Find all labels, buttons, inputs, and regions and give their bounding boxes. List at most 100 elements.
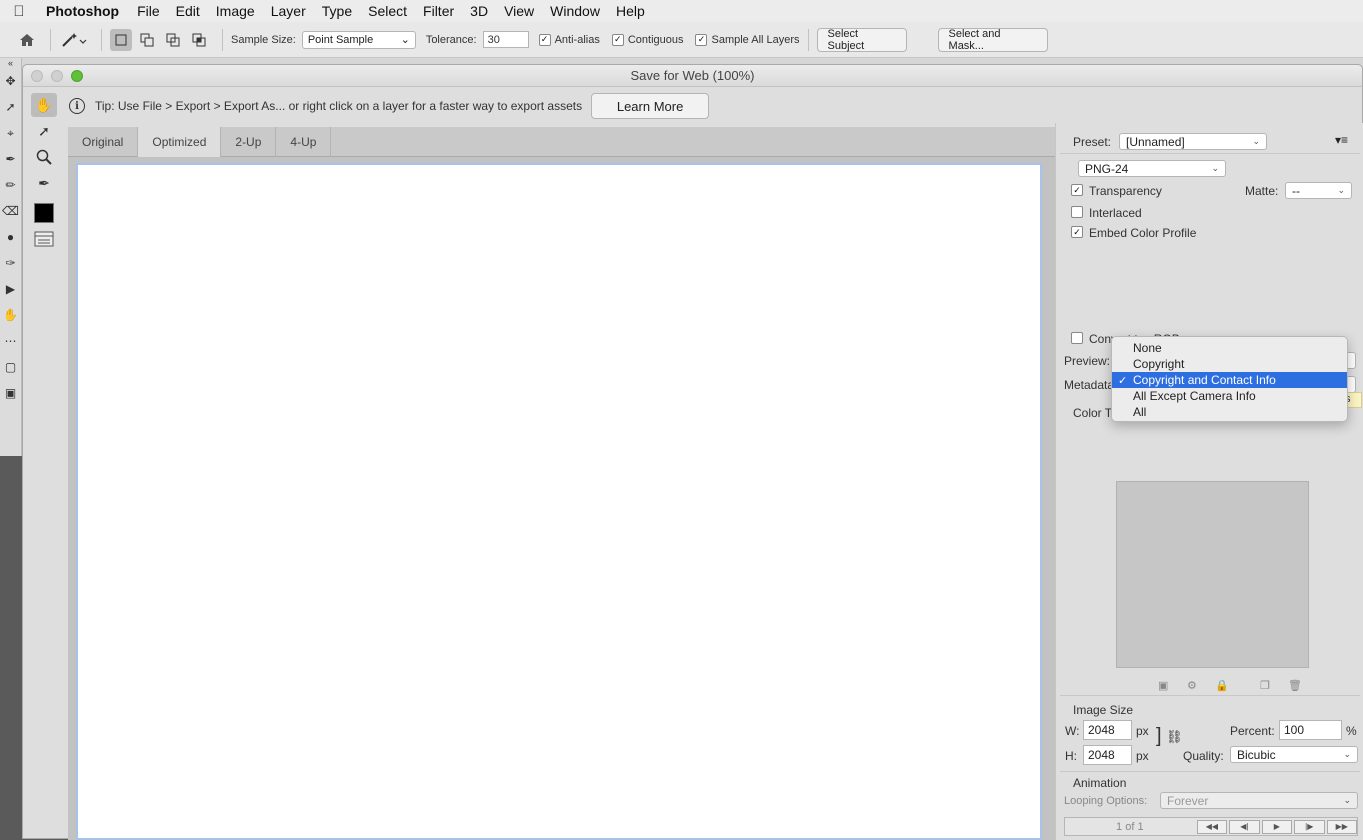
new-color-icon[interactable]: ❐	[1260, 679, 1270, 692]
lock-color-icon[interactable]: 🔒	[1215, 679, 1229, 692]
eyedropper-color-swatch[interactable]	[31, 201, 57, 225]
matte-label: Matte:	[1245, 184, 1279, 198]
menu-edit[interactable]: Edit	[168, 3, 208, 19]
pen-tool-icon[interactable]: ✑	[0, 250, 21, 276]
collapse-icon[interactable]: «	[0, 58, 21, 68]
menu-window[interactable]: Window	[542, 3, 608, 19]
crop-tool-icon[interactable]: ⌖	[0, 120, 21, 146]
map-transparent-icon[interactable]: ▣	[1158, 679, 1168, 692]
sample-size-value: Point Sample	[307, 33, 374, 46]
last-frame-icon[interactable]: ▶▶	[1326, 819, 1357, 834]
menu-layer[interactable]: Layer	[263, 3, 314, 19]
tip-bar: i Tip: Use File > Export > Export As... …	[67, 89, 1363, 123]
path-select-icon[interactable]: ▶	[0, 276, 21, 302]
menu-select[interactable]: Select	[360, 3, 415, 19]
new-selection-icon[interactable]	[110, 28, 132, 51]
color-table[interactable]	[1116, 481, 1309, 668]
transparency-checkbox[interactable]: ✓	[1071, 184, 1083, 196]
panel-menu-icon[interactable]: ▾≡	[1335, 133, 1348, 147]
next-frame-icon[interactable]: |▶	[1294, 819, 1325, 834]
metadata-dropdown-menu: None Copyright ✓ Copyright and Contact In…	[1111, 336, 1348, 422]
blur-tool-icon[interactable]: ●	[0, 224, 21, 250]
select-and-mask-button[interactable]: Select and Mask...	[937, 27, 1048, 52]
app-menu[interactable]: Photoshop	[38, 3, 129, 19]
looping-value: Forever	[1167, 793, 1209, 808]
menu-view[interactable]: View	[496, 3, 542, 19]
menu-bar:  Photoshop File Edit Image Layer Type S…	[0, 0, 1363, 22]
quality-select[interactable]: Bicubic ⌄	[1230, 746, 1358, 763]
divider	[1060, 153, 1360, 154]
zoom-tool-icon[interactable]	[31, 145, 57, 169]
web-shift-icon[interactable]: ⚙	[1187, 679, 1197, 692]
embed-color-profile-checkbox[interactable]: ✓	[1071, 226, 1083, 238]
sample-size-label: Sample Size:	[231, 33, 296, 46]
lasso-tool-icon[interactable]: ➚	[0, 94, 21, 120]
apple-icon[interactable]: 	[0, 3, 38, 20]
move-tool-icon[interactable]: ✥	[0, 68, 21, 94]
tab-2-up[interactable]: 2-Up	[221, 127, 277, 157]
height-input[interactable]: 2048	[1083, 745, 1132, 765]
preset-select[interactable]: [Unnamed] ⌄	[1119, 133, 1267, 150]
first-frame-icon[interactable]: ◀◀	[1196, 819, 1228, 834]
magic-wand-icon[interactable]	[59, 29, 89, 51]
menu-image[interactable]: Image	[208, 3, 263, 19]
contiguous-checkbox[interactable]: ✓	[611, 33, 624, 46]
mask-mode-icon[interactable]: ▣	[0, 380, 21, 406]
menu-item-copyright[interactable]: Copyright	[1112, 356, 1347, 372]
previous-frame-icon[interactable]: ◀|	[1229, 819, 1260, 834]
menu-3d[interactable]: 3D	[462, 3, 496, 19]
image-preview[interactable]	[76, 163, 1042, 840]
constrain-bracket-icon: ]	[1156, 725, 1162, 747]
minimize-window-icon[interactable]	[51, 70, 63, 82]
intersect-selection-icon[interactable]	[188, 29, 210, 51]
tolerance-input[interactable]: 30	[482, 31, 529, 48]
home-icon[interactable]	[16, 29, 38, 51]
eyedropper-tool-icon[interactable]: ✒	[31, 171, 57, 195]
tab-4-up[interactable]: 4-Up	[276, 127, 332, 157]
select-subject-button[interactable]: Select Subject	[816, 27, 907, 52]
format-value: PNG-24	[1085, 161, 1129, 176]
eraser-tool-icon[interactable]: ⌫	[0, 198, 21, 224]
play-icon[interactable]: ▶	[1261, 819, 1293, 834]
more-tools-icon[interactable]: ⋯	[0, 328, 21, 354]
anti-alias-checkbox[interactable]: ✓	[538, 33, 551, 46]
embed-color-profile-label: Embed Color Profile	[1089, 226, 1197, 240]
sample-size-select[interactable]: Point Sample ⌄	[301, 30, 416, 49]
hand-tool-icon[interactable]: ✋	[31, 93, 57, 117]
looping-options-select[interactable]: Forever ⌄	[1160, 792, 1358, 809]
menu-item-copyright-contact[interactable]: ✓ Copyright and Contact Info	[1112, 372, 1347, 388]
sample-all-layers-checkbox[interactable]: ✓	[695, 33, 708, 46]
checkmark-icon: ✓	[1118, 374, 1128, 387]
interlaced-checkbox[interactable]	[1071, 206, 1083, 218]
transparency-label: Transparency	[1089, 184, 1162, 198]
frame-counter: 1 of 1	[1116, 820, 1144, 833]
eyedropper-tool-icon[interactable]: ✒	[0, 146, 21, 172]
menu-help[interactable]: Help	[608, 3, 653, 19]
slice-select-tool-icon[interactable]: ➚	[31, 119, 57, 143]
add-selection-icon[interactable]	[136, 29, 158, 51]
subtract-selection-icon[interactable]	[162, 29, 184, 51]
trash-icon[interactable]: 🗑	[1288, 679, 1302, 692]
brush-tool-icon[interactable]: ✏	[0, 172, 21, 198]
tab-original[interactable]: Original	[68, 127, 139, 157]
convert-srgb-checkbox[interactable]	[1071, 332, 1083, 344]
options-bar: Sample Size: Point Sample ⌄ Tolerance: 30…	[0, 22, 1363, 58]
menu-file[interactable]: File	[129, 3, 168, 19]
matte-select[interactable]: -- ⌄	[1285, 182, 1352, 199]
link-icon[interactable]: ⛓	[1166, 729, 1183, 745]
width-input[interactable]: 2048	[1083, 720, 1132, 740]
learn-more-button[interactable]: Learn More	[591, 93, 710, 119]
menu-item-none[interactable]: None	[1112, 340, 1347, 356]
tab-optimized[interactable]: Optimized	[138, 127, 222, 157]
color-swatch-icon[interactable]: ▢	[0, 354, 21, 380]
hand-tool-icon[interactable]: ✋	[0, 302, 21, 328]
menu-item-all[interactable]: All	[1112, 404, 1347, 420]
menu-item-all-except-camera[interactable]: All Except Camera Info	[1112, 388, 1347, 404]
menu-filter[interactable]: Filter	[415, 3, 462, 19]
percent-input[interactable]: 100	[1279, 720, 1342, 740]
zoom-window-icon[interactable]	[71, 70, 83, 82]
menu-type[interactable]: Type	[314, 3, 360, 19]
close-window-icon[interactable]	[31, 70, 43, 82]
toggle-slices-icon[interactable]	[31, 227, 57, 251]
format-select[interactable]: PNG-24 ⌄	[1078, 160, 1226, 177]
